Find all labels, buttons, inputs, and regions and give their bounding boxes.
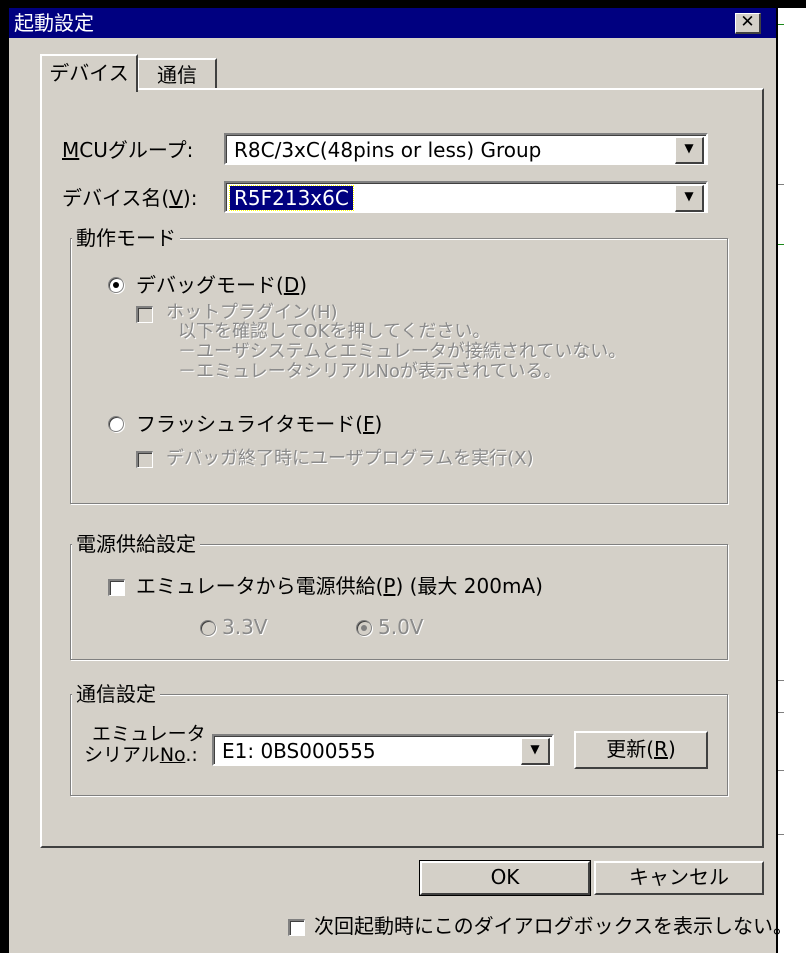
backdrop-tick	[778, 24, 784, 25]
tab-communication[interactable]: 通信	[137, 58, 217, 90]
backdrop-tick	[778, 244, 784, 245]
tab-communication-label: 通信	[157, 63, 197, 87]
window-title: 起動設定	[14, 11, 94, 35]
close-icon: ✕	[740, 12, 755, 32]
backdrop-left-border	[0, 0, 9, 953]
backdrop-tick	[778, 770, 784, 771]
cancel-button[interactable]: キャンセル	[594, 861, 764, 895]
tab-device[interactable]: デバイス	[40, 54, 138, 92]
backdrop-tick	[778, 834, 784, 835]
close-button[interactable]: ✕	[735, 13, 761, 34]
dont-show-again-checkbox[interactable]	[288, 919, 305, 936]
backdrop-tick	[778, 712, 784, 713]
ok-button[interactable]: OK	[419, 860, 591, 896]
backdrop-tick	[778, 184, 784, 185]
backdrop-tick	[778, 680, 784, 681]
tab-panel-device	[40, 88, 764, 848]
tab-device-label: デバイス	[49, 61, 129, 85]
dont-show-again-label[interactable]: 次回起動時にこのダイアログボックスを表示しない。	[314, 914, 793, 938]
backdrop-right-border	[776, 8, 778, 953]
title-bar[interactable]	[9, 8, 776, 38]
active-tab-join	[42, 88, 136, 92]
backdrop-right-area	[778, 8, 806, 953]
backdrop-top-border	[0, 0, 806, 8]
